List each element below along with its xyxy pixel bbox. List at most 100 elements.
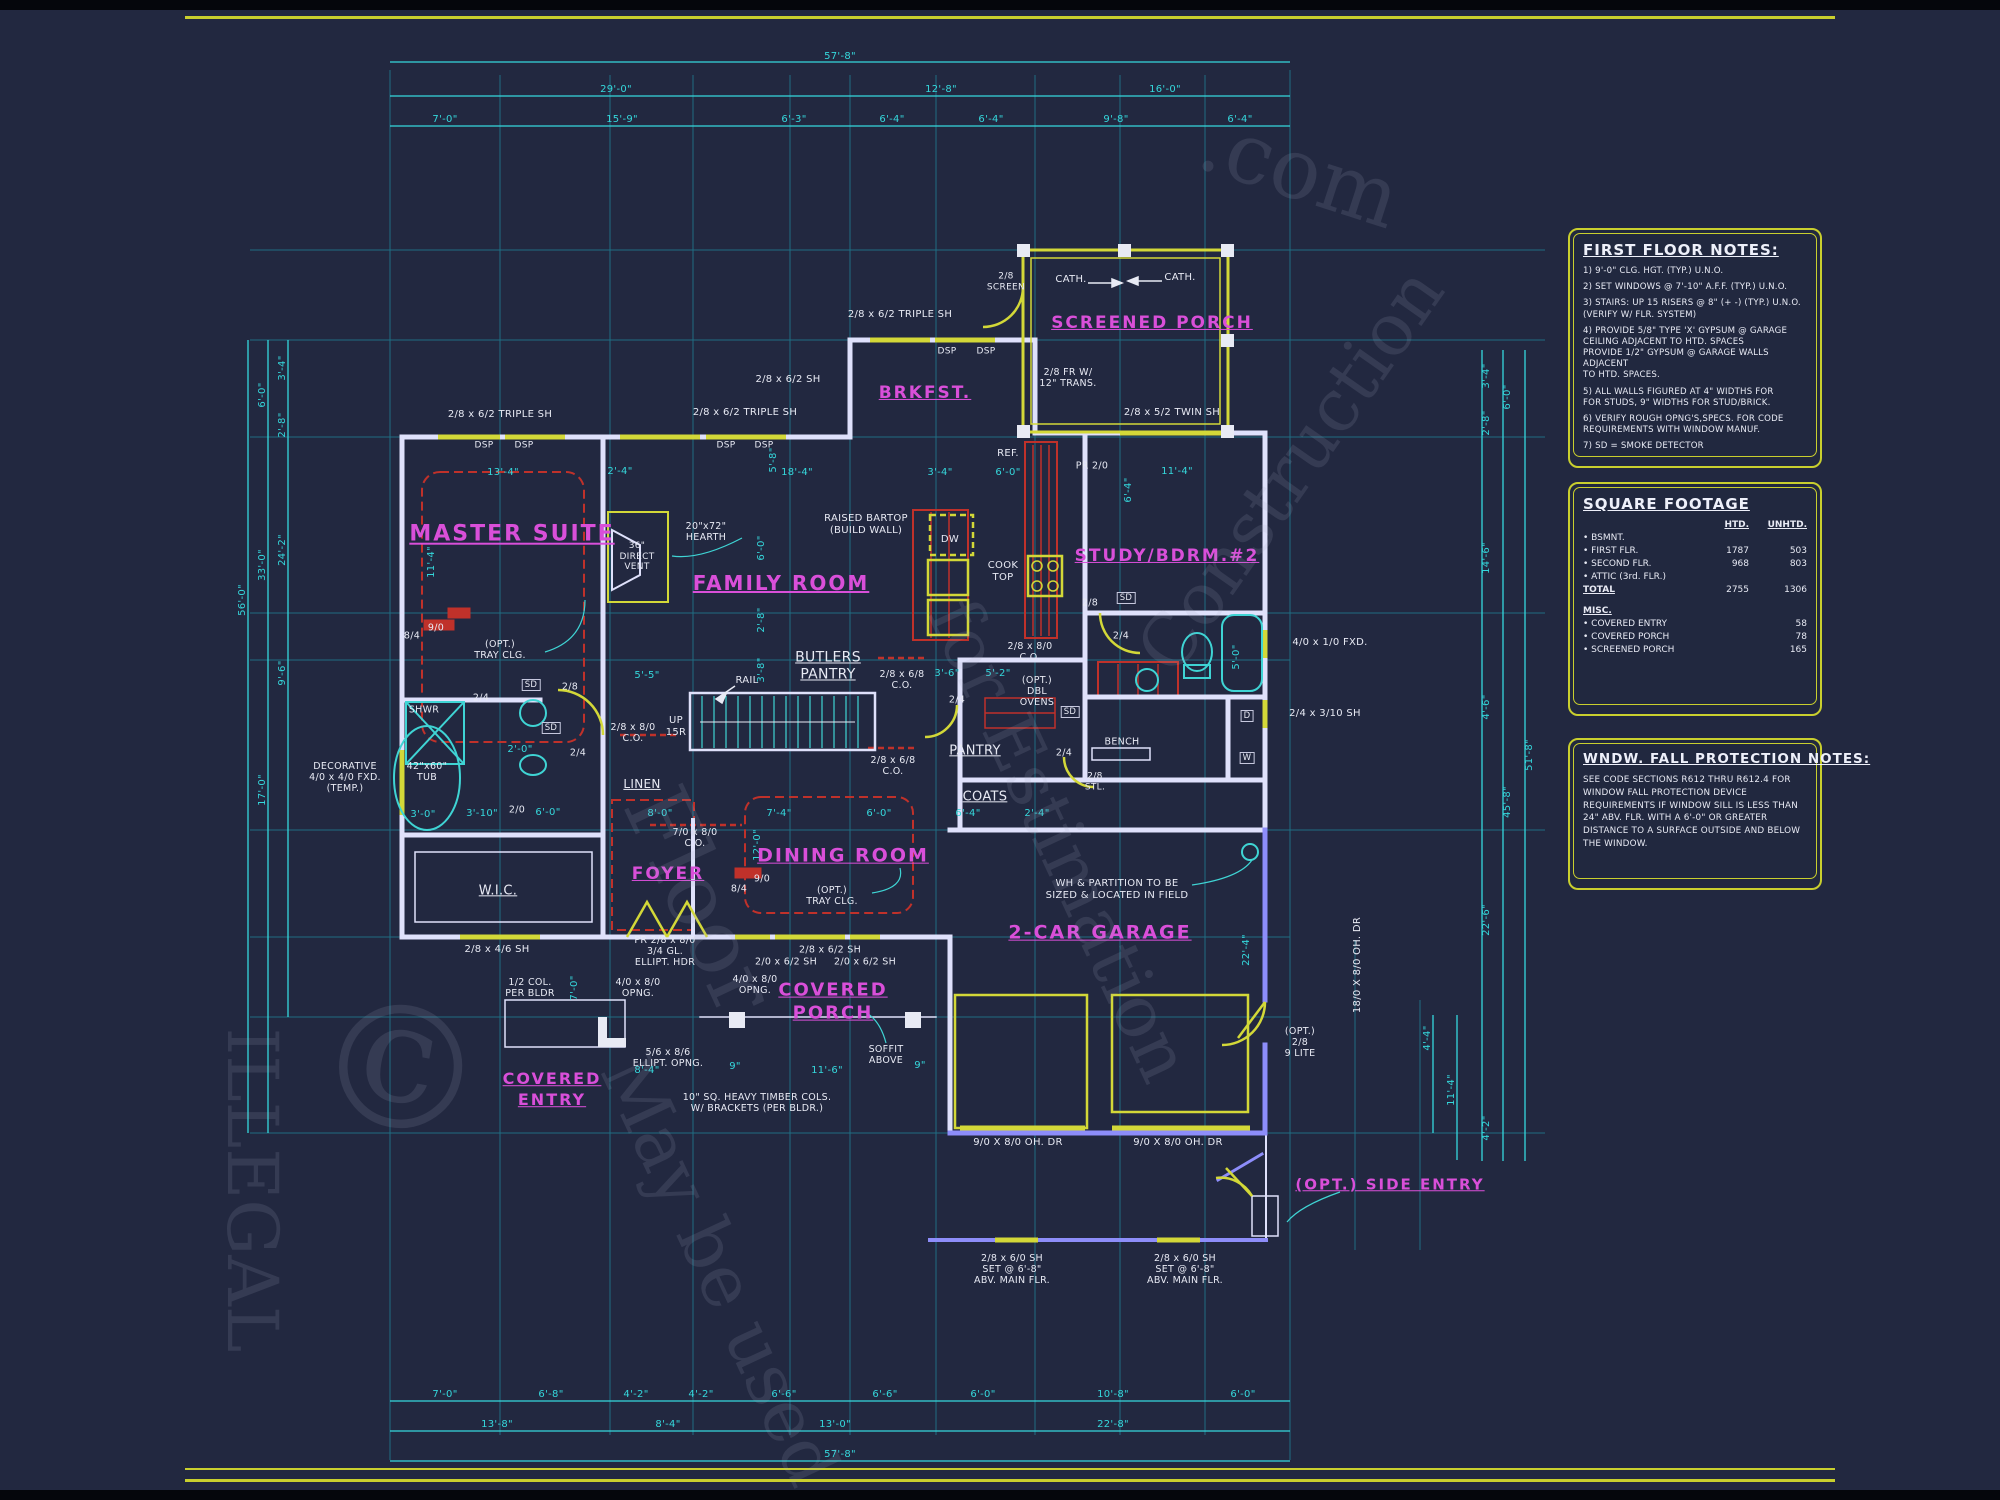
square-footage-panel: SQUARE FOOTAGE HTD.UNHTD.• BSMNT.• FIRST… (1568, 482, 1822, 716)
sqft-unhtd-value: 503 (1751, 546, 1807, 556)
dimension-label: 8'-4" (655, 1419, 680, 1431)
marker-box: W (1240, 752, 1255, 764)
plan-annotation: REF. (997, 448, 1019, 460)
plan-annotation: SOFFIT ABOVE (869, 1044, 904, 1066)
room-label: FAMILY ROOM (693, 570, 870, 596)
dimension-label: 22'-8" (1097, 1419, 1129, 1431)
plan-annotation: 2/8 (562, 681, 578, 692)
dimension-label: 6'-0" (1502, 384, 1514, 409)
sqft-unhtd-value (1751, 533, 1807, 543)
dimension-label: 11'-4" (1161, 466, 1193, 478)
dimension-label: 2'-8" (277, 412, 289, 437)
sqft-misc-spacer (1751, 598, 1807, 616)
dimension-label: 7'-4" (766, 808, 791, 820)
blueprint-page: 57'-8"29'-0"12'-8"16'-0"7'-0"15'-9"6'-3"… (0, 0, 2000, 1500)
dimension-label: 3'-4" (277, 355, 289, 380)
plan-annotation: 2/8 x 6/2 TRIPLE SH (848, 309, 952, 321)
plan-annotation: 20"x72" HEARTH (686, 521, 727, 543)
plan-annotation: 4/0 x 8/0 OPNG. (616, 977, 661, 999)
first-floor-notes-inner: FIRST FLOOR NOTES: 1) 9'-0" CLG. HGT. (T… (1573, 233, 1817, 457)
dimension-label: 2'-4" (607, 466, 632, 478)
first-floor-note-item: 1) 9'-0" CLG. HGT. (TYP.) U.N.O. (1583, 266, 1807, 277)
dimension-label: 5'-5" (634, 670, 659, 682)
sqft-misc-label: • COVERED ENTRY (1583, 619, 1699, 629)
dimension-label: 3'-4" (927, 467, 952, 479)
sqft-unhtd-value (1751, 572, 1807, 582)
dimension-label: 57'-8" (824, 51, 856, 63)
dimension-label: 2'-8" (756, 607, 768, 632)
plan-annotation: 9/0 X 8/0 OH. DR (973, 1137, 1063, 1149)
plan-annotation: DSP (977, 347, 996, 358)
dimension-label: 13'-8" (481, 1419, 513, 1431)
sqft-misc-value: 165 (1751, 645, 1807, 655)
sqft-header-spacer (1583, 520, 1699, 530)
dimension-label: 7'-0" (569, 975, 581, 1000)
sqft-row-label: • ATTIC (3rd. FLR.) (1583, 572, 1699, 582)
plan-annotation: DSP (515, 441, 534, 452)
plan-annotation: 18/0 X 8/0 OH. DR (1352, 917, 1364, 1013)
sqft-total-label: TOTAL (1583, 585, 1699, 595)
dimension-label: 4'-2" (1481, 1115, 1493, 1140)
dimension-label: 9'-6" (277, 660, 289, 685)
sqft-total-unhtd: 1306 (1751, 585, 1807, 595)
plan-annotation: SHWR (409, 704, 439, 715)
plan-annotation: 36" DIRECT VENT (619, 541, 654, 573)
dimension-label: 29'-0" (600, 84, 632, 96)
dimension-label: 6'-0" (866, 808, 891, 820)
sqft-htd-value: 1787 (1701, 546, 1749, 556)
dimension-label: 11'-4" (1446, 1074, 1458, 1106)
dimension-label: 16'-0" (1149, 84, 1181, 96)
sqft-misc-value: 78 (1751, 632, 1807, 642)
dimension-label: 17'-0" (257, 774, 269, 806)
plan-annotation: COOK TOP (988, 560, 1018, 584)
dimension-label: 10'-8" (1097, 1389, 1129, 1401)
plan-annotation: 2/8 x 6/2 SH (755, 374, 820, 386)
sqft-total-htd: 2755 (1701, 585, 1749, 595)
sqft-row-label: • BSMNT. (1583, 533, 1699, 543)
dimension-label: 6'-0" (1230, 1389, 1255, 1401)
sqft-row-label: • SECOND FLR. (1583, 559, 1699, 569)
room-label: MASTER SUITE (409, 521, 614, 550)
dimension-label: 13'-4" (487, 467, 519, 479)
plan-annotation: DSP (938, 347, 957, 358)
dimension-label: 22'-4" (1241, 934, 1253, 966)
sqft-column-header: UNHTD. (1751, 520, 1807, 530)
plan-annotation: 2/0 x 6/2 SH (834, 956, 896, 967)
dimension-label: 12'-8" (925, 84, 957, 96)
plan-annotation: (OPT.) TRAY CLG. (806, 885, 858, 907)
plan-annotation: 2/4 x 3/10 SH (1289, 708, 1361, 720)
dimension-label: 18'-4" (781, 467, 813, 479)
sqft-misc-htd-empty (1701, 632, 1749, 642)
window-fall-protection-title: WNDW. FALL PROTECTION NOTES: (1583, 751, 1807, 767)
plan-annotation: 2/4 (570, 747, 586, 758)
window-fall-protection-inner: WNDW. FALL PROTECTION NOTES: SEE CODE SE… (1573, 743, 1817, 879)
plan-annotation: 4/0 x 1/0 FXD. (1292, 637, 1367, 649)
plan-annotation: 2/8 x 6/2 SH (799, 944, 861, 955)
dimension-label: 5'-0" (1231, 644, 1243, 669)
window-fall-protection-panel: WNDW. FALL PROTECTION NOTES: SEE CODE SE… (1568, 738, 1822, 890)
dimension-label: 6'-8" (538, 1389, 563, 1401)
watermark-text: © (299, 958, 501, 1183)
plan-annotation: 9/0 (754, 873, 770, 884)
dimension-label: 3'-4" (1481, 363, 1493, 388)
marker-box: SD (1061, 706, 1080, 718)
dimension-label: 6'-6" (872, 1389, 897, 1401)
plan-annotation: 2/4 (473, 692, 489, 703)
dimension-label: 3'-10" (466, 808, 498, 820)
dimension-label: 7'-0" (432, 1389, 457, 1401)
square-footage-title: SQUARE FOOTAGE (1583, 495, 1807, 513)
plan-annotation: DSP (755, 441, 774, 452)
dimension-label: 4'-2" (688, 1389, 713, 1401)
first-floor-note-item: 5) ALL WALLS FIGURED AT 4" WIDTHS FOR FO… (1583, 387, 1807, 409)
marker-box: SD (1117, 592, 1136, 604)
first-floor-notes-list: 1) 9'-0" CLG. HGT. (TYP.) U.N.O.2) SET W… (1583, 266, 1807, 452)
dimension-label: 3'-0" (410, 809, 435, 821)
dimension-label: 14'-6" (1481, 542, 1493, 574)
plan-annotation: CATH. (1164, 272, 1195, 284)
dimension-label: 6'-0" (970, 1389, 995, 1401)
plan-annotation: PR 2/0 (1076, 460, 1108, 471)
sqft-htd-value: 968 (1701, 559, 1749, 569)
dimension-label: 9" (729, 1061, 741, 1073)
plan-annotation: RAIL (735, 675, 758, 687)
plan-annotation: 9/0 X 8/0 OH. DR (1133, 1137, 1223, 1149)
